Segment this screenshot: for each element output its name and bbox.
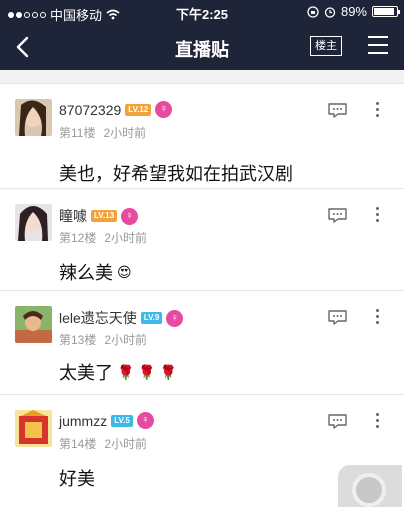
post-list: 87072329 LV.12 ♀ 第11楼 2小时前 美也，好希望我如在拍武汉剧 …: [0, 70, 404, 507]
assistive-touch-button[interactable]: [338, 465, 402, 507]
post-content: 辣么美 😍: [59, 259, 132, 285]
avatar[interactable]: [15, 204, 52, 241]
level-badge: LV.12: [125, 103, 152, 116]
username[interactable]: lele遗忘天使: [59, 308, 137, 328]
owner-only-button[interactable]: 楼主: [310, 36, 342, 56]
post-time: 2小时前: [104, 231, 148, 245]
level-badge: LV.9: [140, 312, 163, 324]
post-text: 美也，好希望我如在拍武汉剧: [59, 164, 293, 184]
post-content: 好美: [59, 465, 99, 491]
menu-icon[interactable]: [368, 36, 388, 56]
emoji-icon: 🌹 🌹 🌹: [117, 363, 178, 380]
reply-icon[interactable]: [328, 414, 347, 429]
more-options-icon[interactable]: [376, 102, 380, 118]
floor-number: 第11楼: [59, 126, 96, 140]
post-item[interactable]: 瞳噱 LV.13 ♀ 第12楼 2小时前 辣么美 😍: [0, 188, 404, 290]
post-time: 2小时前: [104, 437, 148, 451]
post-text: 太美了: [59, 363, 113, 383]
post-content: 美也，好希望我如在拍武汉剧: [59, 160, 297, 186]
more-options-icon[interactable]: [376, 413, 380, 429]
post-meta: 第12楼 2小时前: [59, 229, 147, 246]
post-content: 太美了 🌹 🌹 🌹: [59, 359, 177, 385]
more-options-icon[interactable]: [376, 309, 380, 325]
rotation-lock-icon: [307, 5, 319, 18]
female-icon: ♀: [166, 309, 184, 327]
floor-number: 第13楼: [59, 333, 97, 347]
post-meta: 第14楼 2小时前: [59, 435, 147, 452]
post-meta: 第11楼 2小时前: [59, 124, 146, 141]
username-row: jummzz LV.5 ♀: [59, 412, 154, 429]
more-options-icon[interactable]: [376, 207, 380, 223]
nav-bar: 直播贴 楼主: [0, 24, 404, 70]
floor-number: 第14楼: [59, 437, 97, 451]
username-row: 瞳噱 LV.13 ♀: [59, 206, 139, 226]
username[interactable]: 瞳噱: [59, 206, 87, 226]
status-right: 89%: [307, 4, 400, 19]
post-text: 辣么美: [59, 263, 113, 283]
avatar[interactable]: [15, 306, 52, 343]
status-bar: 中国移动 下午2:25 89%: [0, 0, 404, 24]
reply-icon[interactable]: [328, 103, 347, 118]
female-icon: ♀: [121, 207, 139, 225]
post-meta: 第13楼 2小时前: [59, 331, 147, 348]
level-badge: LV.13: [91, 210, 118, 222]
post-text: 好美: [59, 469, 95, 489]
reply-icon[interactable]: [328, 310, 347, 325]
battery-icon: [372, 6, 400, 17]
username[interactable]: 87072329: [59, 102, 121, 118]
emoji-icon: 😍: [117, 263, 132, 280]
avatar[interactable]: [15, 99, 52, 136]
username-row: 87072329 LV.12 ♀: [59, 101, 173, 118]
female-icon: ♀: [155, 101, 173, 118]
post-item[interactable]: lele遗忘天使 LV.9 ♀ 第13楼 2小时前 太美了 🌹 🌹 🌹: [0, 290, 404, 394]
post-item[interactable]: 87072329 LV.12 ♀ 第11楼 2小时前 美也，好希望我如在拍武汉剧: [0, 83, 404, 188]
level-badge: LV.5: [111, 414, 133, 427]
username[interactable]: jummzz: [59, 413, 107, 429]
female-icon: ♀: [136, 412, 154, 429]
post-time: 2小时前: [103, 126, 147, 140]
battery-percent: 89%: [340, 4, 367, 19]
username-row: lele遗忘天使 LV.9 ♀: [59, 308, 184, 328]
avatar[interactable]: [15, 410, 52, 447]
page-title: 直播贴: [175, 40, 229, 60]
alarm-icon: [324, 6, 336, 18]
post-time: 2小时前: [104, 333, 148, 347]
floor-number: 第12楼: [59, 231, 97, 245]
reply-icon[interactable]: [328, 208, 347, 223]
